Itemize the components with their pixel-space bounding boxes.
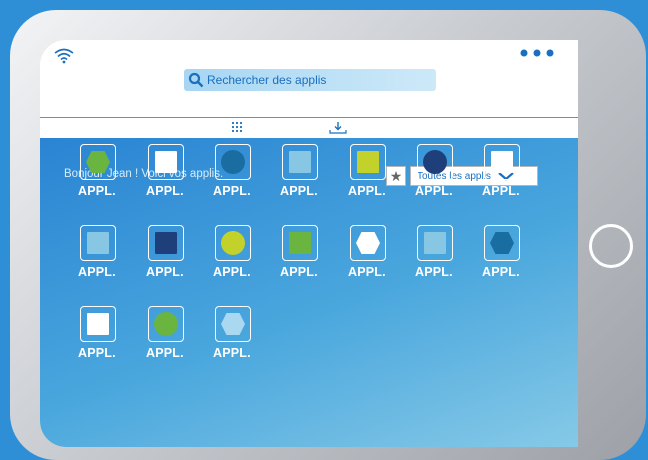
app-tile[interactable]: APPL. bbox=[213, 225, 255, 281]
app-icon-frame bbox=[484, 144, 520, 180]
circle-icon bbox=[221, 231, 245, 255]
app-label: APPL. bbox=[348, 265, 386, 279]
tab-bar bbox=[40, 118, 578, 138]
app-label: APPL. bbox=[213, 265, 251, 279]
app-icon-frame bbox=[80, 225, 116, 261]
apps-panel: Bonjour Jean ! Voici vos applis. ★ Toute… bbox=[40, 138, 578, 447]
search-bar[interactable]: Rechercher des applis bbox=[184, 69, 436, 91]
app-icon-frame bbox=[80, 306, 116, 342]
app-tile[interactable]: APPL. bbox=[415, 144, 457, 200]
app-tile[interactable]: APPL. bbox=[78, 144, 120, 200]
square-icon bbox=[357, 151, 379, 173]
app-icon-frame bbox=[484, 225, 520, 261]
app-tile[interactable]: APPL. bbox=[482, 225, 524, 281]
app-icon-frame bbox=[215, 306, 251, 342]
app-icon-frame bbox=[350, 225, 386, 261]
circle-icon bbox=[154, 312, 178, 336]
app-label: APPL. bbox=[78, 265, 116, 279]
wifi-icon bbox=[54, 48, 74, 64]
square-icon bbox=[491, 151, 513, 173]
app-tile[interactable]: APPL. bbox=[146, 306, 188, 362]
square-icon bbox=[87, 232, 109, 254]
app-icon-frame bbox=[148, 306, 184, 342]
app-icon-frame bbox=[417, 225, 453, 261]
app-tile[interactable]: APPL. bbox=[348, 225, 390, 281]
square-icon bbox=[87, 313, 109, 335]
circle-icon bbox=[423, 150, 447, 174]
app-label: APPL. bbox=[213, 184, 251, 198]
app-icon-frame bbox=[148, 144, 184, 180]
hexagon-icon bbox=[490, 232, 514, 254]
more-dots-icon[interactable] bbox=[518, 48, 558, 58]
app-label: APPL. bbox=[280, 184, 318, 198]
search-input[interactable]: Rechercher des applis bbox=[207, 73, 326, 87]
app-tile[interactable]: APPL. bbox=[213, 306, 255, 362]
square-icon bbox=[424, 232, 446, 254]
home-button-icon[interactable] bbox=[589, 224, 633, 268]
app-label: APPL. bbox=[78, 184, 116, 198]
top-bar: Rechercher des applis bbox=[40, 40, 578, 117]
app-tile[interactable]: APPL. bbox=[482, 144, 524, 200]
app-icon-frame bbox=[282, 225, 318, 261]
app-icon-frame bbox=[417, 144, 453, 180]
square-icon bbox=[155, 151, 177, 173]
app-label: APPL. bbox=[78, 346, 116, 360]
app-icon-frame bbox=[215, 225, 251, 261]
app-label: APPL. bbox=[146, 265, 184, 279]
app-tile[interactable]: APPL. bbox=[348, 144, 390, 200]
app-label: APPL. bbox=[146, 346, 184, 360]
search-icon bbox=[188, 72, 204, 88]
app-label: APPL. bbox=[415, 184, 453, 198]
app-tile[interactable]: APPL. bbox=[78, 225, 120, 281]
tablet-frame: Rechercher des applis Bonjour Jean ! Voi… bbox=[10, 10, 646, 460]
app-tile[interactable]: APPL. bbox=[146, 225, 188, 281]
app-tile[interactable]: APPL. bbox=[280, 225, 322, 281]
square-icon bbox=[289, 151, 311, 173]
screen: Rechercher des applis Bonjour Jean ! Voi… bbox=[40, 40, 578, 447]
app-label: APPL. bbox=[482, 184, 520, 198]
app-icon-frame bbox=[148, 225, 184, 261]
square-icon bbox=[155, 232, 177, 254]
app-tile[interactable]: APPL. bbox=[415, 225, 457, 281]
hexagon-icon bbox=[221, 313, 245, 335]
app-label: APPL. bbox=[280, 265, 318, 279]
app-tile[interactable]: APPL. bbox=[280, 144, 322, 200]
hexagon-icon bbox=[356, 232, 380, 254]
grid-icon[interactable] bbox=[230, 121, 244, 133]
app-label: APPL. bbox=[146, 184, 184, 198]
app-label: APPL. bbox=[348, 184, 386, 198]
app-icon-frame bbox=[215, 144, 251, 180]
app-icon-frame bbox=[350, 144, 386, 180]
app-tile[interactable]: APPL. bbox=[146, 144, 188, 200]
download-icon[interactable] bbox=[328, 121, 348, 135]
app-label: APPL. bbox=[415, 265, 453, 279]
circle-icon bbox=[221, 150, 245, 174]
hexagon-icon bbox=[86, 151, 110, 173]
app-tile[interactable]: APPL. bbox=[78, 306, 120, 362]
square-icon bbox=[289, 232, 311, 254]
app-label: APPL. bbox=[213, 346, 251, 360]
app-icon-frame bbox=[282, 144, 318, 180]
app-icon-frame bbox=[80, 144, 116, 180]
app-label: APPL. bbox=[482, 265, 520, 279]
app-tile[interactable]: APPL. bbox=[213, 144, 255, 200]
